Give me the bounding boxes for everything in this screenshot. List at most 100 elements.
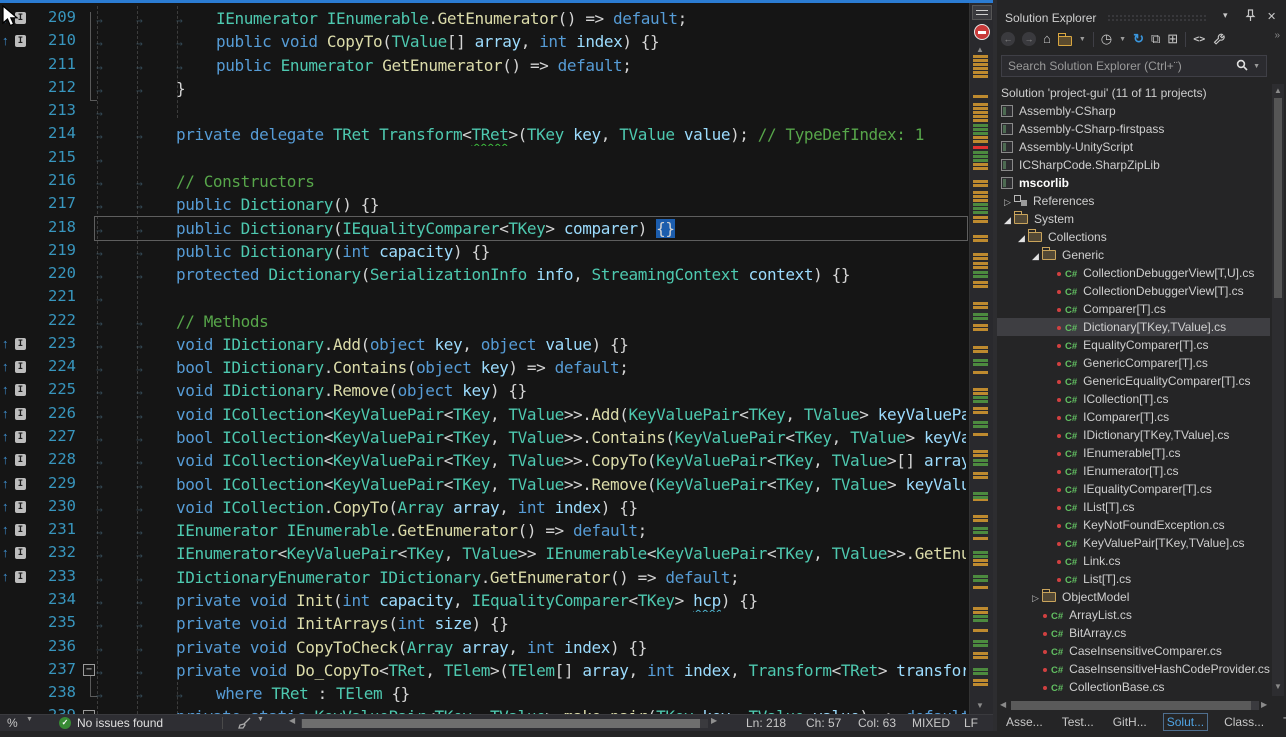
code-line[interactable]: 234→→private void Init(int capacity, IEq… bbox=[0, 589, 966, 612]
expander-open-icon[interactable]: ◢ bbox=[1015, 229, 1028, 246]
tree-item-project[interactable]: Assembly-CSharp bbox=[997, 102, 1270, 120]
panel-tab[interactable]: Asse... bbox=[1003, 714, 1046, 730]
tree-item-folder[interactable]: ◢Generic bbox=[997, 246, 1270, 264]
code-lines[interactable]: ↑I209→→→IEnumerator IEnumerable.GetEnume… bbox=[0, 0, 966, 737]
code-line[interactable]: ↑I228→→void ICollection<KeyValuePair<TKe… bbox=[0, 449, 966, 472]
tree-item-file[interactable]: C#IEqualityComparer[T].cs bbox=[997, 480, 1270, 498]
editor-horizontal-scrollbar[interactable] bbox=[301, 719, 708, 728]
tree-item-file[interactable]: C#CollectionDebuggerView[T].cs bbox=[997, 282, 1270, 300]
tree-scroll-down-icon[interactable]: ▼ bbox=[1274, 682, 1282, 691]
tree-item-file[interactable]: C#CollectionBase.cs bbox=[997, 678, 1270, 696]
panel-tab[interactable]: Test... bbox=[1059, 714, 1097, 730]
tree-hscroll-right-icon[interactable]: ▶ bbox=[1261, 700, 1267, 709]
tree-item-file[interactable]: C#CollectionDebuggerView[T,U].cs bbox=[997, 264, 1270, 282]
switch-views-dropdown-icon[interactable]: ▼ bbox=[1079, 36, 1086, 43]
panel-tab[interactable]: Solut... bbox=[1163, 713, 1208, 731]
fold-collapse-icon[interactable]: − bbox=[83, 664, 95, 676]
split-editor-handle[interactable] bbox=[972, 5, 992, 20]
code-line[interactable]: 237−→→private void Do_CopyTo<TRet, TElem… bbox=[0, 659, 966, 682]
code-line[interactable]: 220→→protected Dictionary(SerializationI… bbox=[0, 263, 966, 286]
code-line[interactable]: 215→ bbox=[0, 147, 966, 170]
tree-hscroll-thumb[interactable] bbox=[1011, 701, 1251, 710]
tree-item-file[interactable]: C#EqualityComparer[T].cs bbox=[997, 336, 1270, 354]
tree-item-project[interactable]: mscorlib bbox=[997, 174, 1270, 192]
tree-item-file[interactable]: C#GenericEqualityComparer[T].cs bbox=[997, 372, 1270, 390]
expander-open-icon[interactable]: ◢ bbox=[1001, 211, 1014, 228]
forward-button-icon[interactable]: → bbox=[1022, 32, 1036, 46]
code-line[interactable]: 214→→private delegate TRet Transform<TRe… bbox=[0, 123, 966, 146]
code-line[interactable]: ↑I231→→IEnumerator IEnumerable.GetEnumer… bbox=[0, 519, 966, 542]
editor-vertical-scrollbar[interactable]: ▲ ▼ bbox=[969, 3, 993, 714]
search-input[interactable] bbox=[1008, 57, 1218, 75]
tree-item-file[interactable]: C#Dictionary[TKey,TValue].cs bbox=[997, 318, 1270, 336]
zoom-dropdown-icon[interactable]: ▼ bbox=[26, 716, 33, 723]
view-code-icon[interactable]: <> bbox=[1193, 34, 1205, 45]
tree-scroll-up-icon[interactable]: ▲ bbox=[1274, 86, 1282, 95]
code-line[interactable]: ↑I224→→bool IDictionary.Contains(object … bbox=[0, 356, 966, 379]
tree-item-file[interactable]: C#Comparer[T].cs bbox=[997, 300, 1270, 318]
tree-item-file[interactable]: C#BitArray.cs bbox=[997, 624, 1270, 642]
tree-hscroll-left-icon[interactable]: ◀ bbox=[1000, 700, 1006, 709]
code-line[interactable]: ↑I210→→→public void CopyTo(TValue[] arra… bbox=[0, 30, 966, 53]
pin-icon[interactable] bbox=[1245, 9, 1256, 22]
tree-item-project[interactable]: Assembly-CSharp-firstpass bbox=[997, 120, 1270, 138]
back-button-icon[interactable]: ← bbox=[1001, 32, 1015, 46]
refresh-icon[interactable]: ↻ bbox=[1133, 31, 1144, 47]
tree-item-file[interactable]: C#IComparer[T].cs bbox=[997, 408, 1270, 426]
code-line[interactable]: 236→→private void CopyToCheck(Array arra… bbox=[0, 636, 966, 659]
home-icon[interactable]: ⌂ bbox=[1043, 31, 1051, 47]
code-line[interactable]: 213→ bbox=[0, 100, 966, 123]
scroll-up-arrow-icon[interactable]: ▲ bbox=[976, 45, 984, 54]
code-line[interactable]: 217→→public Dictionary() {} bbox=[0, 193, 966, 216]
code-line[interactable]: ↑I223→→void IDictionary.Add(object key, … bbox=[0, 333, 966, 356]
code-line[interactable]: 235→→private void InitArrays(int size) {… bbox=[0, 612, 966, 635]
collapse-all-icon[interactable]: ⧉ bbox=[1151, 31, 1160, 47]
code-line[interactable]: ↑I227→→bool ICollection<KeyValuePair<TKe… bbox=[0, 426, 966, 449]
hscroll-left-arrow-icon[interactable]: ◀ bbox=[289, 716, 295, 725]
code-line[interactable]: ↑I232→→IEnumerator<KeyValuePair<TKey, TV… bbox=[0, 542, 966, 565]
hscroll-thumb[interactable] bbox=[302, 719, 700, 728]
tree-item-file[interactable]: C#IEnumerator[T].cs bbox=[997, 462, 1270, 480]
tree-item-file[interactable]: C#Link.cs bbox=[997, 552, 1270, 570]
cleanup-dropdown-icon[interactable]: ▼ bbox=[257, 716, 264, 723]
tree-item-file[interactable]: C#KeyValuePair[TKey,TValue].cs bbox=[997, 534, 1270, 552]
panel-tab[interactable]: Tea... bbox=[1280, 714, 1286, 730]
pending-changes-filter-icon[interactable]: ◷ bbox=[1101, 31, 1112, 47]
code-line[interactable]: ↑I233→→IDictionaryEnumerator IDictionary… bbox=[0, 566, 966, 589]
tree-item-file[interactable]: C#CaseInsensitiveComparer.cs bbox=[997, 642, 1270, 660]
code-line[interactable]: ↑I225→→void IDictionary.Remove(object ke… bbox=[0, 379, 966, 402]
code-line[interactable]: ↑I229→→bool ICollection<KeyValuePair<TKe… bbox=[0, 473, 966, 496]
code-line[interactable]: 216→→// Constructors bbox=[0, 170, 966, 193]
toolbar-overflow-icon[interactable]: » bbox=[1274, 30, 1280, 41]
code-line[interactable]: 212→→} bbox=[0, 77, 966, 100]
code-line[interactable]: ↑I230→→void ICollection.CopyTo(Array arr… bbox=[0, 496, 966, 519]
properties-wrench-icon[interactable] bbox=[1212, 32, 1226, 46]
code-editor[interactable]: ↑I209→→→IEnumerator IEnumerable.GetEnume… bbox=[0, 0, 993, 737]
search-icon[interactable] bbox=[1236, 59, 1248, 71]
tree-item-file[interactable]: C#ICollection[T].cs bbox=[997, 390, 1270, 408]
tree-item-folder[interactable]: ◢System bbox=[997, 210, 1270, 228]
search-options-dropdown-icon[interactable]: ▼ bbox=[1253, 63, 1260, 70]
tree-item-file[interactable]: C#ArrayList.cs bbox=[997, 606, 1270, 624]
tree-item-project[interactable]: Assembly-UnityScript bbox=[997, 138, 1270, 156]
tree-item-file[interactable]: C#GenericComparer[T].cs bbox=[997, 354, 1270, 372]
code-line[interactable]: ↑I209→→→IEnumerator IEnumerable.GetEnume… bbox=[0, 7, 966, 30]
tree-horizontal-scrollbar[interactable] bbox=[1011, 701, 1259, 710]
tree-vscroll-thumb[interactable] bbox=[1274, 98, 1282, 298]
tree-item-folder[interactable]: ▷ObjectModel bbox=[997, 588, 1270, 606]
expander-open-icon[interactable]: ◢ bbox=[1029, 247, 1042, 264]
window-position-chevron-icon[interactable]: ▾ bbox=[1223, 10, 1228, 21]
close-icon[interactable]: ✕ bbox=[1267, 10, 1276, 23]
switch-views-icon[interactable] bbox=[1058, 36, 1072, 46]
scroll-down-arrow-icon[interactable]: ▼ bbox=[976, 701, 984, 710]
code-line[interactable]: 219→→public Dictionary(int capacity) {} bbox=[0, 240, 966, 263]
cleanup-broom-icon[interactable] bbox=[237, 717, 253, 730]
panel-tab[interactable]: Class... bbox=[1221, 714, 1267, 730]
tree-item-solution[interactable]: Solution 'project-gui' (11 of 11 project… bbox=[997, 84, 1270, 102]
tree-item-file[interactable]: C#IDictionary[TKey,TValue].cs bbox=[997, 426, 1270, 444]
tree-item-file[interactable]: C#KeyNotFoundException.cs bbox=[997, 516, 1270, 534]
tree-item-file[interactable]: C#List[T].cs bbox=[997, 570, 1270, 588]
filter-dropdown-icon[interactable]: ▼ bbox=[1119, 36, 1126, 43]
tree-item-project[interactable]: ICSharpCode.SharpZipLib bbox=[997, 156, 1270, 174]
search-box[interactable]: ▼ bbox=[1001, 55, 1267, 77]
